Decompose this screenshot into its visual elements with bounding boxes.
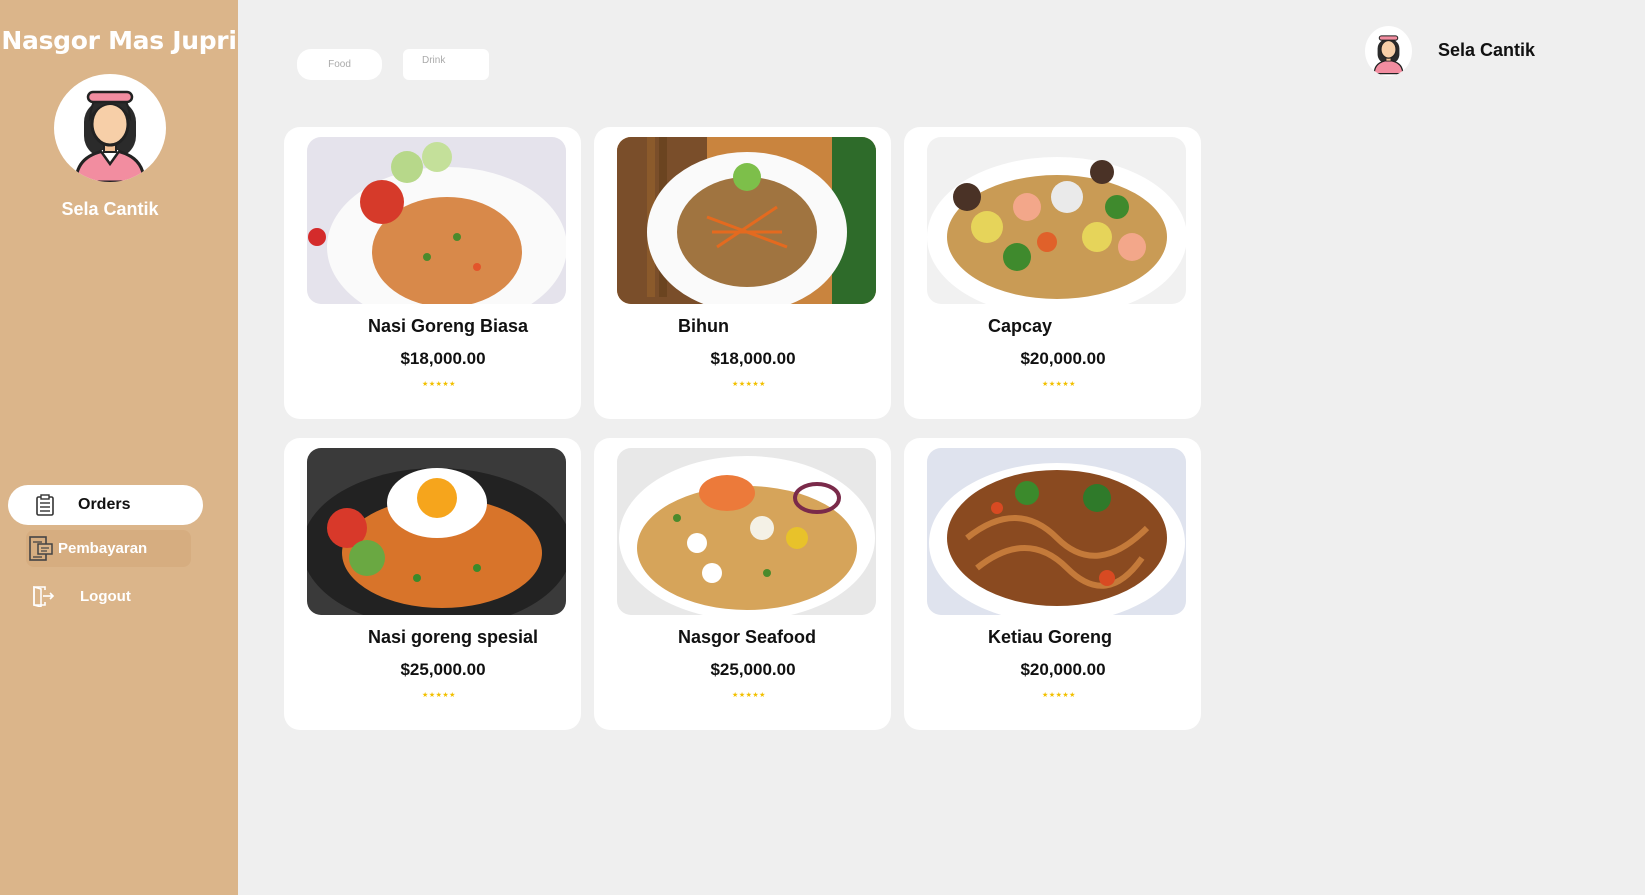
item-name: Ketiau Goreng bbox=[988, 627, 1113, 647]
menu-card[interactable]: Nasi Goreng Biasa $18,000.00 ★★★★★ bbox=[284, 127, 581, 419]
food-image bbox=[617, 448, 876, 615]
user-avatar-icon bbox=[54, 74, 166, 182]
header-user-name: Sela Cantik bbox=[1438, 40, 1536, 60]
nav-label-orders: Orders bbox=[78, 496, 131, 513]
item-name: Bihun bbox=[678, 316, 729, 336]
logout-icon bbox=[30, 583, 56, 609]
app-title: Nasgor Mas Jupri bbox=[1, 26, 237, 55]
menu-card[interactable]: Ketiau Goreng $20,000.00 ★★★★★ bbox=[904, 438, 1201, 730]
rating-stars: ★★★★★ bbox=[1042, 381, 1076, 388]
food-image bbox=[307, 137, 566, 304]
receipt-icon bbox=[28, 535, 54, 562]
rating-stars: ★★★★★ bbox=[732, 692, 766, 699]
rating-stars: ★★★★★ bbox=[732, 381, 766, 388]
item-price: $25,000.00 bbox=[400, 660, 486, 679]
nav-label-logout: Logout bbox=[80, 587, 131, 605]
nav-item-pembayaran[interactable]: Pembayaran bbox=[26, 530, 191, 567]
sidebar-user-name: Sela Cantik bbox=[61, 199, 159, 219]
sidebar: Nasgor Mas Jupri Sela Cantik Orders Pemb… bbox=[0, 0, 238, 895]
item-name: Capcay bbox=[988, 316, 1053, 336]
menu-card[interactable]: Bihun $18,000.00 ★★★★★ bbox=[594, 127, 891, 419]
header-avatar-icon[interactable] bbox=[1365, 26, 1412, 76]
rating-stars: ★★★★★ bbox=[422, 381, 456, 388]
item-price: $18,000.00 bbox=[400, 349, 486, 368]
item-price: $20,000.00 bbox=[1020, 349, 1106, 368]
food-filter-button[interactable]: Food bbox=[297, 49, 382, 80]
food-image bbox=[617, 137, 876, 304]
clipboard-icon bbox=[32, 492, 58, 518]
rating-stars: ★★★★★ bbox=[1042, 692, 1076, 699]
food-image bbox=[927, 137, 1186, 304]
menu-card[interactable]: Capcay $20,000.00 ★★★★★ bbox=[904, 127, 1201, 419]
item-name: Nasi goreng spesial bbox=[368, 627, 539, 647]
rating-stars: ★★★★★ bbox=[422, 692, 456, 699]
food-image bbox=[307, 448, 566, 615]
nav-item-orders[interactable]: Orders bbox=[8, 485, 203, 525]
item-price: $20,000.00 bbox=[1020, 660, 1106, 679]
food-image bbox=[927, 448, 1186, 615]
nav-label-pembayaran: Pembayaran bbox=[58, 540, 148, 557]
item-name: Nasgor Seafood bbox=[678, 627, 817, 647]
menu-card[interactable]: Nasgor Seafood $25,000.00 ★★★★★ bbox=[594, 438, 891, 730]
drink-filter-button[interactable]: Drink bbox=[403, 49, 489, 80]
item-price: $18,000.00 bbox=[710, 349, 796, 368]
item-price: $25,000.00 bbox=[710, 660, 796, 679]
item-name: Nasi Goreng Biasa bbox=[368, 316, 529, 336]
nav-item-logout[interactable]: Logout bbox=[26, 580, 191, 612]
menu-card[interactable]: Nasi goreng spesial $25,000.00 ★★★★★ bbox=[284, 438, 581, 730]
